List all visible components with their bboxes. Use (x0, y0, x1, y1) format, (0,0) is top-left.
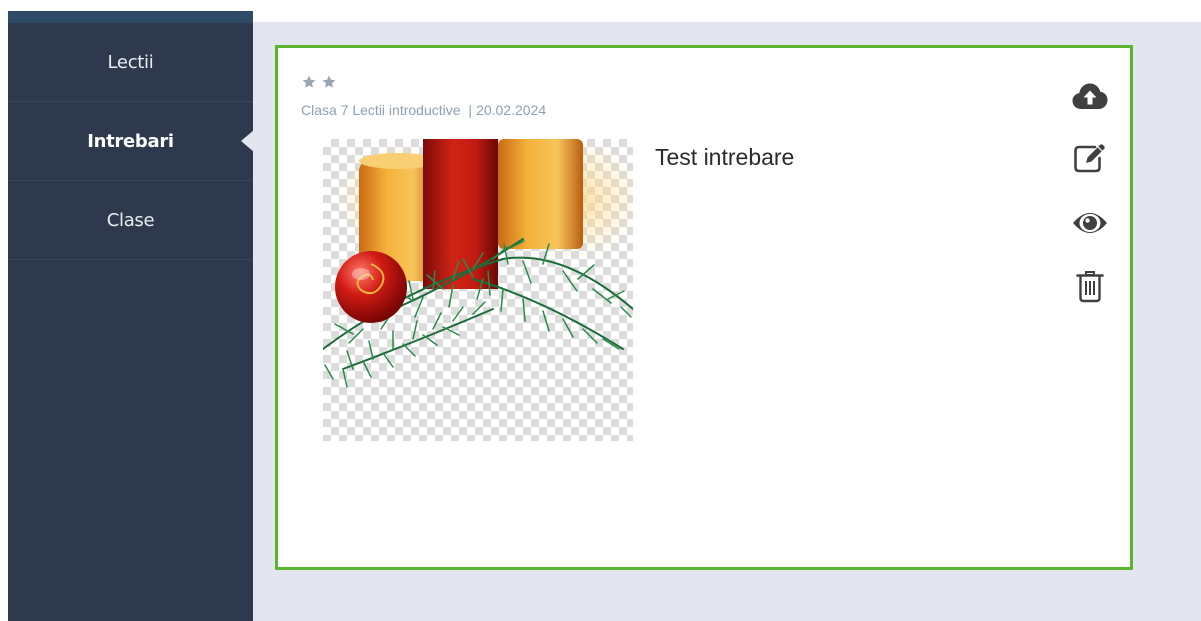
page: Lectii Intrebari Clase Clasa 7 Lectii in… (0, 0, 1201, 621)
question-card[interactable]: Clasa 7 Lectii introductive |20.02.2024 (275, 45, 1133, 570)
question-image (323, 139, 633, 441)
sidebar-item-label: Clase (106, 209, 155, 231)
sidebar-item-lectii[interactable]: Lectii (8, 23, 253, 102)
edit-icon (1074, 144, 1105, 173)
difficulty-rating (301, 74, 337, 90)
star-icon (322, 75, 336, 88)
sidebar-item-clase[interactable]: Clase (8, 181, 253, 260)
trash-icon (1076, 271, 1104, 303)
sidebar: Lectii Intrebari Clase (8, 11, 254, 621)
sidebar-nav: Lectii Intrebari Clase (8, 23, 254, 260)
upload-button[interactable] (1070, 78, 1110, 116)
sidebar-item-label: Intrebari (87, 130, 174, 152)
eye-icon (1073, 213, 1107, 233)
edit-button[interactable] (1070, 139, 1110, 177)
sidebar-top-bar (8, 11, 253, 23)
cloud-upload-icon (1072, 83, 1108, 109)
sidebar-item-label: Lectii (107, 51, 154, 73)
question-title: Test intrebare (655, 144, 795, 170)
preview-button[interactable] (1070, 204, 1110, 242)
star-icon (302, 75, 316, 88)
class-name: Clasa 7 (301, 102, 349, 118)
question-date: 20.02.2024 (476, 102, 547, 118)
delete-button[interactable] (1070, 267, 1110, 305)
meta-separator: | (468, 102, 473, 118)
question-meta: Clasa 7 Lectii introductive | 20.02.2024 (301, 102, 546, 118)
sidebar-item-intrebari[interactable]: Intrebari (8, 102, 254, 181)
christmas-candles-image (323, 139, 633, 388)
lesson-name: Lectii introductive (352, 102, 461, 118)
main-content: Clasa 7 Lectii introductive |20.02.2024 (253, 22, 1201, 621)
